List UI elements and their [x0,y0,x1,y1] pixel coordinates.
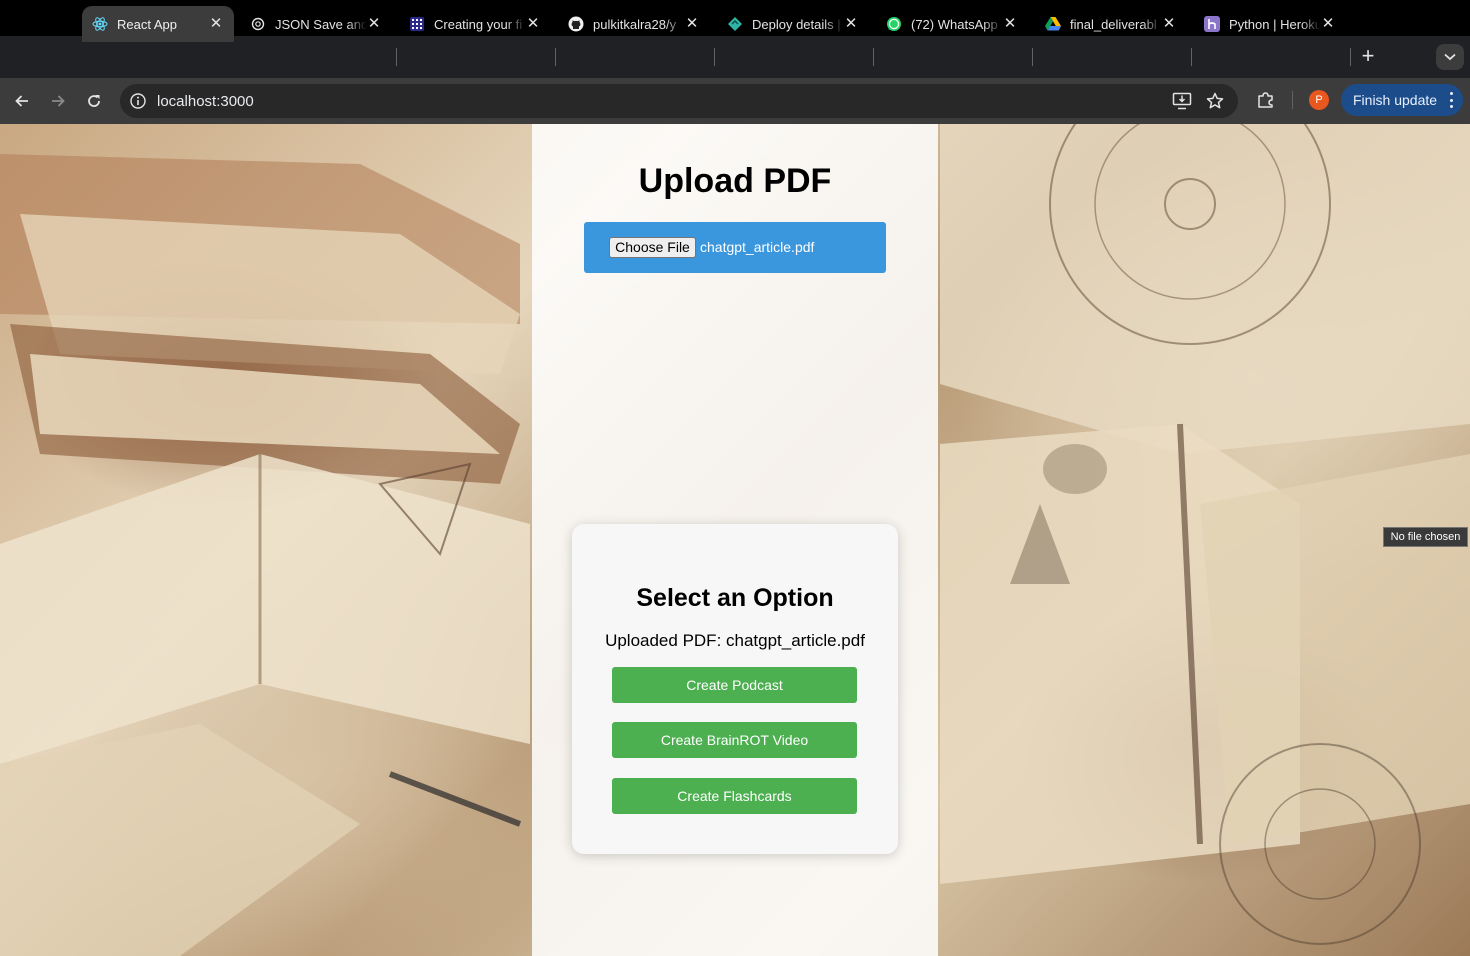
tab-separator [873,48,874,66]
forward-arrow-icon[interactable] [45,88,71,114]
whatsapp-icon [886,16,902,32]
tab-strip [0,36,1470,78]
close-icon[interactable]: ✕ [684,16,700,32]
selected-file-name: chatgpt_article.pdf [700,239,815,255]
close-icon[interactable]: ✕ [1002,16,1018,32]
google-drive-icon [1045,16,1061,32]
page-title: Upload PDF [638,162,832,200]
uploaded-pdf-text: Uploaded PDF: chatgpt_article.pdf [605,631,865,650]
url-text: localhost:3000 [157,93,254,110]
tab-title: Creating your fi [434,16,523,32]
file-upload-box: Choose File chatgpt_article.pdf [584,222,886,273]
close-icon[interactable]: ✕ [1320,16,1336,32]
toolbar-separator [1292,91,1293,109]
tab-whatsapp[interactable]: (72) WhatsApp ✕ [876,6,1028,42]
tooltip: No file chosen [1383,527,1468,547]
close-icon[interactable]: ✕ [525,16,541,32]
tab-separator [1191,48,1192,66]
tab-separator [1032,48,1033,66]
tab-separator [1350,48,1351,66]
options-card: Select an Option Uploaded PDF: chatgpt_a… [572,524,898,854]
close-icon[interactable]: ✕ [208,16,224,32]
tab-title: final_deliverabl [1070,16,1157,32]
grid-app-icon [409,16,425,32]
tab-creating-your[interactable]: Creating your fi ✕ [399,6,551,42]
new-tab-icon[interactable]: + [1357,44,1379,68]
more-vert-icon[interactable] [1449,92,1453,108]
back-arrow-icon[interactable] [9,88,35,114]
openai-icon [250,16,266,32]
browser-toolbar: localhost:3000 [0,78,1470,124]
tab-deploy-details[interactable]: Deploy details | ✕ [717,6,869,42]
tab-title: Deploy details | [752,16,841,32]
finish-update-button[interactable]: Finish update [1341,84,1463,116]
create-podcast-button[interactable]: Create Podcast [612,667,857,703]
tab-title: Python | Heroku [1229,16,1321,32]
tab-json-save[interactable]: JSON Save and ✕ [240,6,392,42]
bookmark-star-icon[interactable] [1205,91,1225,111]
tab-heroku[interactable]: Python | Heroku ✕ [1194,6,1346,42]
finish-update-label: Finish update [1353,92,1438,108]
choose-file-button[interactable]: Choose File [609,237,696,258]
create-brainrot-video-button[interactable]: Create BrainROT Video [612,722,857,758]
extensions-puzzle-icon[interactable] [1255,89,1277,111]
tab-title: (72) WhatsApp [911,16,998,32]
tab-title: JSON Save and [275,16,367,32]
create-flashcards-button[interactable]: Create Flashcards [612,778,857,814]
tab-separator [714,48,715,66]
tab-search-chevron-icon[interactable] [1436,44,1464,70]
tab-github[interactable]: pulkitkalra28/y ✕ [558,6,710,42]
tab-google-drive[interactable]: final_deliverabl ✕ [1035,6,1187,42]
tab-title: React App [117,16,177,32]
tab-title: pulkitkalra28/y [593,16,677,32]
close-icon[interactable]: ✕ [366,16,382,32]
heroku-icon [1204,16,1220,32]
reload-icon[interactable] [81,88,107,114]
options-title: Select an Option [636,584,834,612]
github-icon [568,16,584,32]
address-bar[interactable]: localhost:3000 [120,84,1238,118]
page-viewport: Upload PDF Choose File chatgpt_article.p… [0,124,1470,956]
close-icon[interactable]: ✕ [843,16,859,32]
site-info-icon[interactable] [129,92,147,110]
profile-avatar[interactable]: P [1309,90,1329,110]
tab-separator [555,48,556,66]
tab-react-app[interactable]: React App ✕ [82,6,234,42]
close-icon[interactable]: ✕ [1161,16,1177,32]
tab-separator [396,48,397,66]
install-app-icon[interactable] [1172,91,1192,111]
netlify-icon [727,16,743,32]
react-icon [92,16,108,32]
